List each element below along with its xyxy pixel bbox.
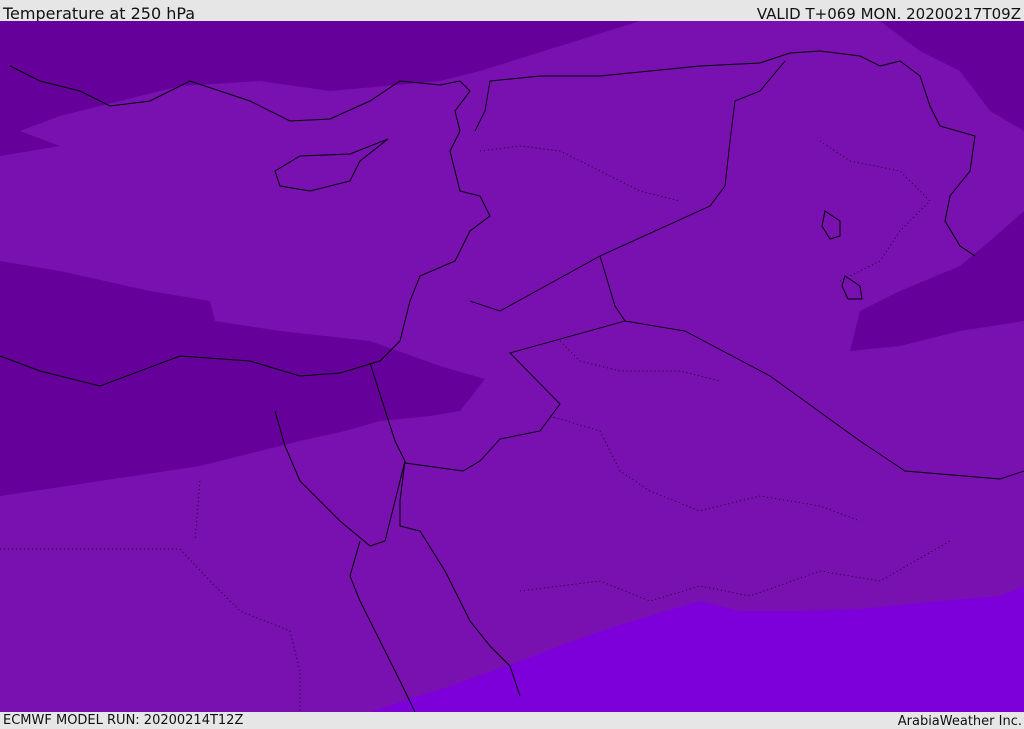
temperature-map	[0, 21, 1024, 712]
model-run: ECMWF MODEL RUN: 20200214T12Z	[3, 713, 244, 728]
credit: ArabiaWeather Inc.	[897, 714, 1022, 729]
footer-bar: ECMWF MODEL RUN: 20200214T12Z ArabiaWeat…	[0, 712, 1024, 729]
header-bar: Temperature at 250 hPa VALID T+069 MON. …	[0, 0, 1024, 23]
